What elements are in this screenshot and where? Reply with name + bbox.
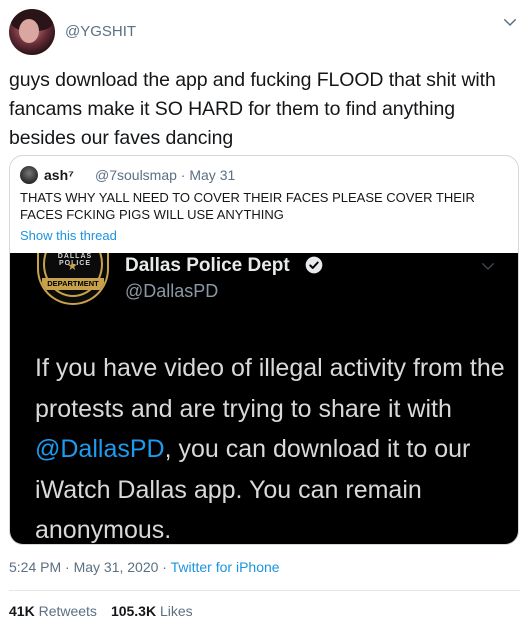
show-thread-link[interactable]: Show this thread [20,228,117,243]
tweet-header: @YGSHIT [9,9,519,57]
retweets-stat[interactable]: 41K Retweets [9,603,97,619]
tweet-source-link[interactable]: Twitter for iPhone [171,559,280,575]
user-avatar[interactable] [9,9,55,55]
police-badge-logo: DALLAS POLICE ★ DEPARTMENT [37,253,109,305]
star-icon: ★ [67,259,78,273]
time-date[interactable]: 5:24 PM · May 31, 2020 · [9,559,171,575]
embedded-text-before: If you have video of illegal activity fr… [35,354,505,423]
user-handle[interactable]: @YGSHIT [65,23,136,40]
likes-count: 105.3K [110,603,157,619]
quoted-tweet[interactable]: ash⁷ @7soulsmap · May 31 THATS WHY YALL … [9,155,519,545]
tweet-timestamp: 5:24 PM · May 31, 2020 · Twitter for iPh… [9,559,280,575]
avatar-face [19,19,39,43]
divider [9,590,520,591]
quoted-text: THATS WHY YALL NEED TO COVER THEIR FACES… [20,190,475,222]
embedded-name: Dallas Police Dept [125,255,290,276]
embedded-chevron-down-icon [482,263,494,270]
quoted-avatar [20,166,38,184]
quoted-handle-date: @7soulsmap · May 31 [95,167,236,183]
embedded-screenshot: DALLAS POLICE ★ DEPARTMENT Dallas Police… [10,253,518,544]
retweets-label: Retweets [38,603,97,619]
likes-label: Likes [159,603,193,619]
quoted-name: ash⁷ [44,167,74,183]
retweets-count: 41K [9,603,35,619]
embedded-text: If you have video of illegal activity fr… [35,348,505,544]
embedded-handle: @DallasPD [125,281,219,301]
chevron-down-icon[interactable] [501,13,519,31]
badge-department-text: DEPARTMENT [42,278,104,290]
engagement-stats: 41K Retweets 105.3K Likes [9,603,193,619]
verified-badge-icon [305,256,323,274]
tweet-text: guys download the app and fucking FLOOD … [9,69,496,149]
likes-stat[interactable]: 105.3K Likes [111,603,193,619]
embedded-mention: @DallasPD [35,435,165,463]
